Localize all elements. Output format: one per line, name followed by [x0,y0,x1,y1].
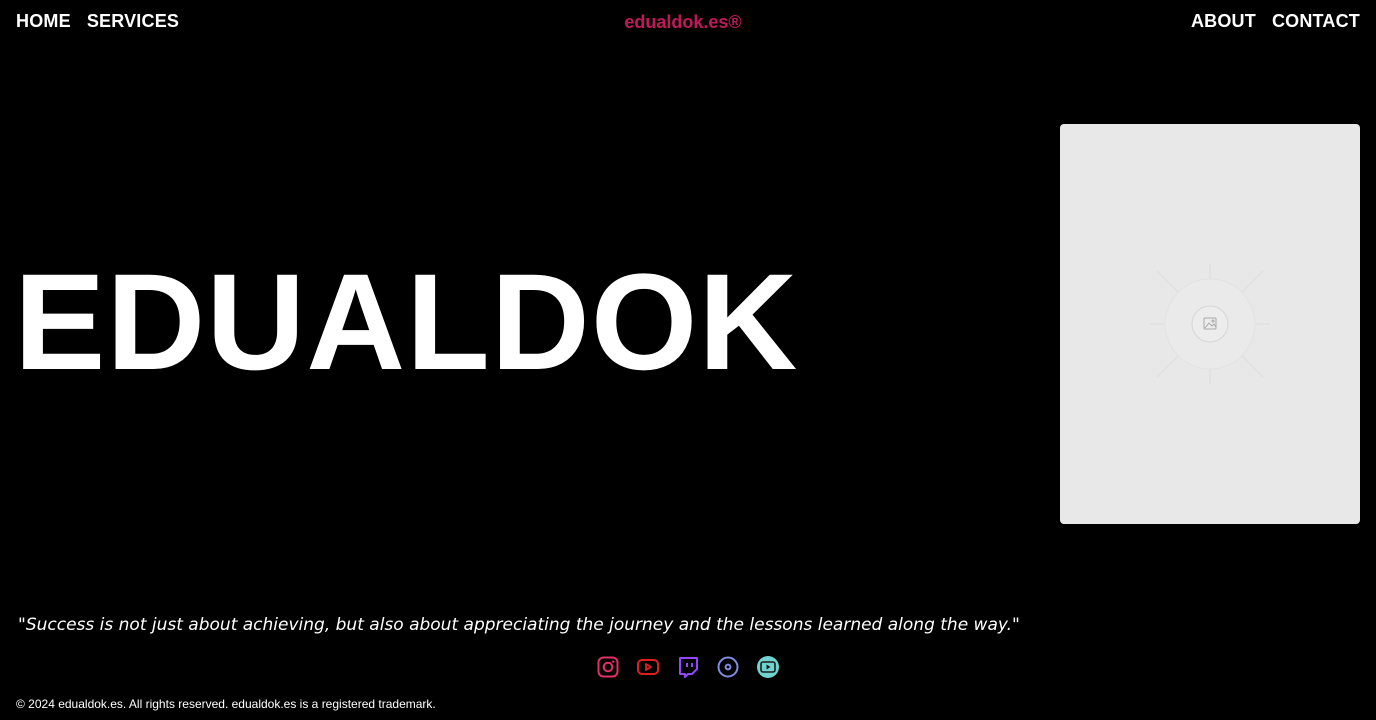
nav-services-link[interactable]: SERVICES [87,10,179,32]
instagram-icon [597,656,619,678]
nav-left: HOME SERVICES [16,10,179,32]
social-links [0,655,1376,679]
nav-right: ABOUT CONTACT [1191,10,1360,32]
footer-copyright: © 2024 edualdok.es. All rights reserved.… [16,697,436,711]
brand-container: edualdok.es® [0,11,1366,33]
image-placeholder-icon [1150,264,1270,384]
nav-home-link[interactable]: HOME [16,10,71,32]
page: HOME SERVICES edualdok.es® ABOUT CONTACT… [0,0,1376,720]
youtube-icon [637,659,659,675]
brand-logo-link[interactable]: edualdok.es® [624,12,741,32]
nav-contact-link[interactable]: CONTACT [1272,10,1360,32]
youtube-link[interactable] [636,655,660,679]
hero-title: EDUALDOK [14,246,799,399]
disc-link[interactable] [716,655,740,679]
twitch-icon [679,657,698,678]
hero-image-placeholder [1060,124,1360,524]
quote-text: "Success is not just about achieving, bu… [18,615,1020,635]
video-play-icon [757,656,779,678]
disc-icon [717,656,739,678]
instagram-link[interactable] [596,655,620,679]
nav-about-link[interactable]: ABOUT [1191,10,1256,32]
video-link[interactable] [756,655,780,679]
twitch-link[interactable] [676,655,700,679]
